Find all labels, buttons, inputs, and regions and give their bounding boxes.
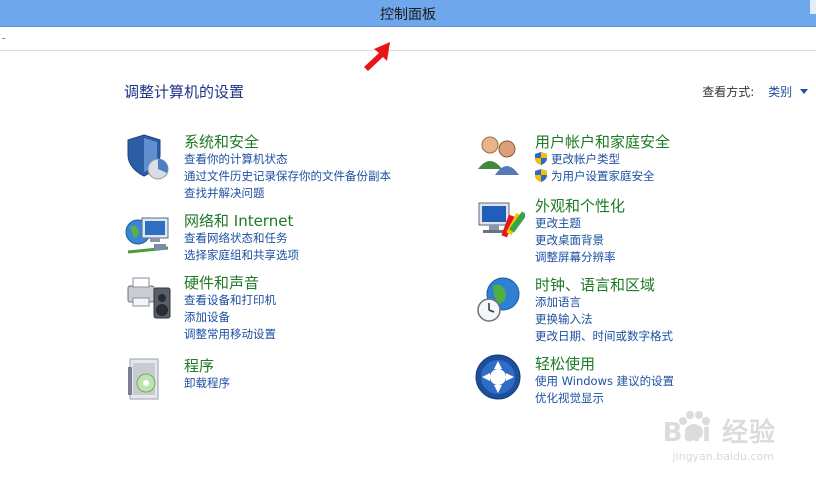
watermark-url: jingyan.baidu.com [672,450,774,463]
window-title: 控制面板 [380,7,436,23]
category-title[interactable]: 程序 [184,355,214,376]
uac-shield-icon [535,169,547,182]
link-network-status[interactable]: 查看网络状态和任务 [184,230,299,247]
ease-of-access-icon[interactable] [475,353,525,403]
link-family-safety[interactable]: 为用户设置家庭安全 [535,168,655,185]
category-title[interactable]: 外观和个性化 [535,195,625,216]
link-add-language[interactable]: 添加语言 [535,294,673,311]
link-uninstall-program[interactable]: 卸载程序 [184,375,230,392]
link-desktop-background[interactable]: 更改桌面背景 [535,232,616,249]
address-bar[interactable] [0,28,816,51]
monitor-palette-icon[interactable] [475,195,525,245]
uac-shield-icon [535,152,547,165]
link-devices-printers[interactable]: 查看设备和打印机 [184,292,276,309]
view-by-dropdown[interactable]: 类别 [768,85,792,99]
link-change-account-type[interactable]: 更改帐户类型 [535,151,655,168]
link-mobility-settings[interactable]: 调整常用移动设置 [184,326,276,343]
page-title: 调整计算机的设置 [124,83,245,101]
program-box-icon[interactable] [124,355,174,405]
network-globe-icon[interactable] [124,210,174,260]
baidu-watermark: Bai 经验 jingyan.baidu.com [616,398,776,468]
category-title[interactable]: 用户帐户和家庭安全 [535,131,670,152]
link-label: 为用户设置家庭安全 [551,169,655,183]
titlebar-corner [810,0,816,14]
window-titlebar[interactable]: 控制面板 [0,0,816,27]
link-view-computer-status[interactable]: 查看你的计算机状态 [184,151,391,168]
link-add-device[interactable]: 添加设备 [184,309,276,326]
link-troubleshoot[interactable]: 查找并解决问题 [184,185,391,202]
link-label: 更改帐户类型 [551,152,620,166]
category-title[interactable]: 系统和安全 [184,131,259,152]
link-windows-recommended[interactable]: 使用 Windows 建议的设置 [535,373,674,390]
chevron-down-icon[interactable] [800,89,808,94]
category-title[interactable]: 硬件和声音 [184,272,259,293]
link-screen-resolution[interactable]: 调整屏幕分辨率 [535,249,616,266]
link-change-input-method[interactable]: 更换输入法 [535,311,673,328]
watermark-text: Bai 经验 [662,418,776,448]
shield-pie-icon[interactable] [124,131,174,181]
clock-globe-icon[interactable] [475,274,525,324]
view-by-control[interactable]: 查看方式: 类别 [702,83,808,100]
view-by-label: 查看方式: [702,85,755,99]
link-homegroup-sharing[interactable]: 选择家庭组和共享选项 [184,247,299,264]
printer-speaker-icon[interactable] [124,272,174,322]
link-date-time-format[interactable]: 更改日期、时间或数字格式 [535,328,673,345]
link-file-history-backup[interactable]: 通过文件历史记录保存你的文件备份副本 [184,168,391,185]
users-icon[interactable] [475,131,525,181]
category-title[interactable]: 网络和 Internet [184,210,293,231]
address-bar-marker [2,38,5,39]
category-title[interactable]: 时钟、语言和区域 [535,274,655,295]
category-title[interactable]: 轻松使用 [535,353,595,374]
link-change-theme[interactable]: 更改主题 [535,215,616,232]
red-arrow-annotation [364,42,390,71]
